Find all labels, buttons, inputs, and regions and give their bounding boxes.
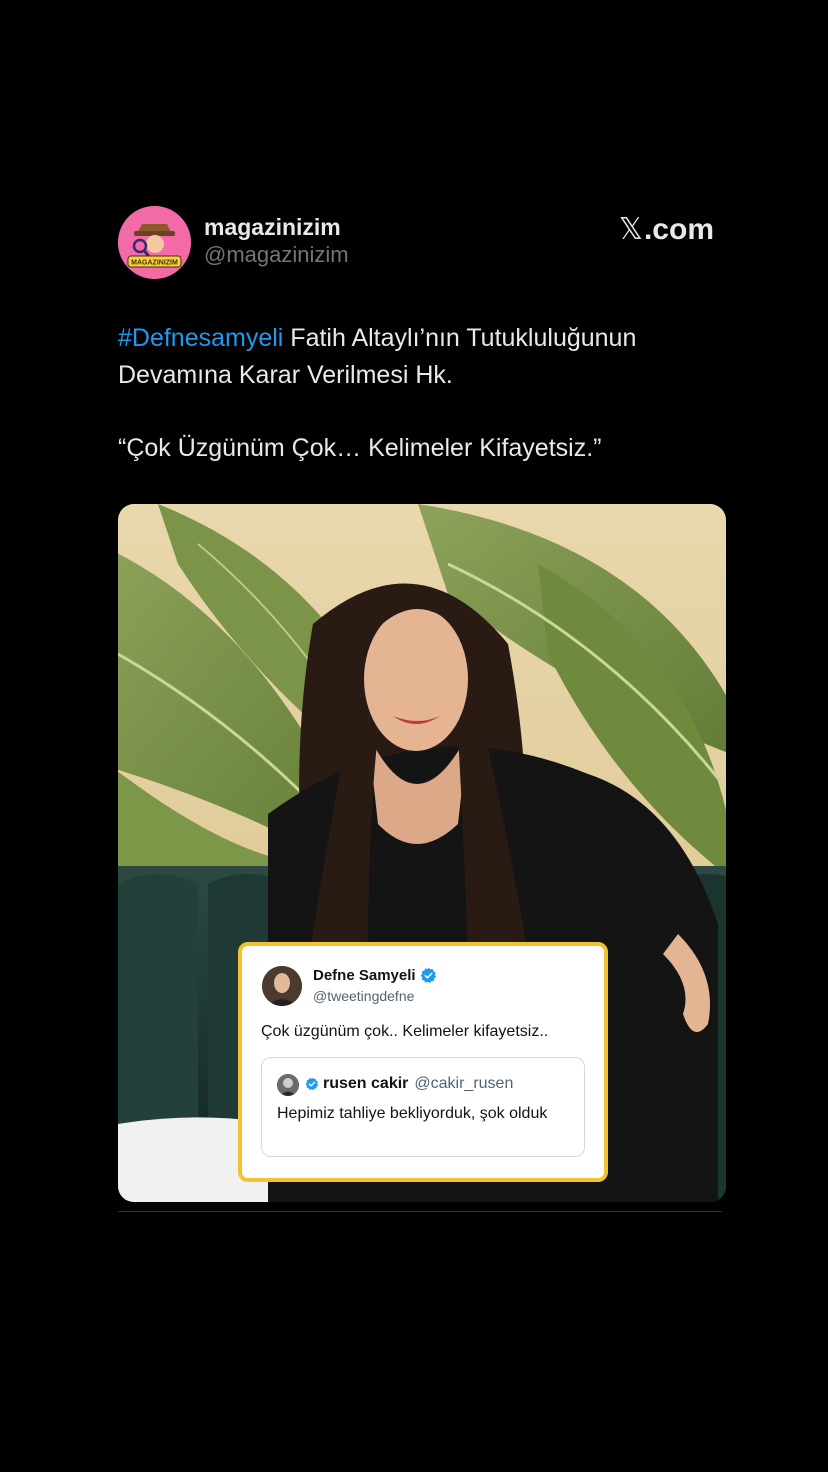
embedded-tweet-text: Çok üzgünüm çok.. Kelimeler kifayetsiz.. [261,1023,549,1040]
x-domain-text: .com [643,212,714,246]
author-display-name[interactable]: magazinizim [204,214,349,240]
quoted-author-handle: @cakir_rusen [414,1075,514,1092]
author-names: magazinizim @magazinizim [204,214,349,270]
author-handle[interactable]: @magazinizim [204,240,349,270]
avatar-logo-text: MAGAZINIZIM [131,260,178,267]
embedded-author-name-text: Defne Samyeli [313,967,416,984]
person-avatar-icon [277,1074,299,1096]
detective-logo-icon: MAGAZINIZIM [118,206,191,279]
tweet-header: MAGAZINIZIM magazinizim @magazinizim 𝕏 .c… [118,206,726,280]
verified-badge-icon [420,967,436,984]
embedded-author-handle: @tweetingdefne [313,988,415,1004]
quoted-tweet-text: Hepimiz tahliye bekliyorduk, şok olduk [277,1105,548,1122]
quoted-author-avatar [277,1074,299,1096]
x-com-logo: 𝕏 .com [619,212,714,247]
person-avatar-icon [262,966,302,1006]
hashtag-link[interactable]: #Defnesamyeli [118,324,283,352]
embedded-author-name: Defne Samyeli [313,967,437,984]
embedded-tweet-screenshot: Defne Samyeli @tweetingdefne Çok üzgünüm… [238,942,608,1182]
tweet-media-image[interactable]: Defne Samyeli @tweetingdefne Çok üzgünüm… [118,504,726,1202]
quoted-author-name: rusen cakir [323,1075,409,1092]
tweet-quote-text: “Çok Üzgünüm Çok… Kelimeler Kifayetsiz.” [118,434,602,462]
bottom-divider [118,1211,722,1212]
embedded-author-avatar [262,966,302,1006]
verified-badge-icon [305,1077,319,1091]
tweet-text: #Defnesamyeli Fatih Altaylı’nın Tutuklul… [118,320,726,394]
author-avatar[interactable]: MAGAZINIZIM [118,206,191,279]
embedded-quoted-tweet: rusen cakir @cakir_rusen Hepimiz tahliye… [261,1057,585,1157]
tweet-card: MAGAZINIZIM magazinizim @magazinizim 𝕏 .c… [118,206,726,1202]
x-logo-icon: 𝕏 [618,212,643,247]
quoted-author-line: rusen cakir @cakir_rusen [305,1075,513,1093]
